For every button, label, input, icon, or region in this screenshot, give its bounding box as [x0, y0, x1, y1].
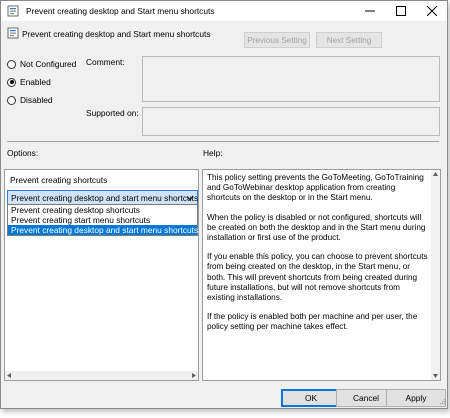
shortcut-dropdown[interactable]: Prevent creating desktop and start menu … [7, 190, 198, 205]
supported-on-label: Supported on: [86, 108, 139, 118]
comment-textbox[interactable] [142, 56, 440, 102]
help-paragraph: If you enable this policy, you can choos… [207, 252, 428, 303]
ok-button[interactable]: OK [281, 389, 341, 407]
dropdown-option[interactable]: Prevent creating desktop and start menu … [8, 225, 198, 235]
comment-label: Comment: [86, 57, 125, 67]
radio-not-configured-indicator[interactable] [7, 59, 16, 69]
close-icon [427, 6, 437, 16]
radio-disabled-indicator[interactable] [7, 95, 16, 105]
comment-scrollbar[interactable] [431, 57, 439, 101]
chevron-down-icon [186, 194, 194, 204]
maximize-icon [396, 6, 406, 16]
help-scrollbar[interactable] [431, 170, 440, 380]
radio-enabled-indicator[interactable] [7, 77, 16, 87]
radio-not-configured[interactable]: Not Configured [7, 59, 76, 69]
setting-icon [7, 27, 19, 39]
options-horizontal-scrollbar[interactable] [5, 371, 198, 380]
supported-on-box [142, 107, 440, 136]
scroll-left-icon [7, 373, 11, 378]
resize-grip-icon[interactable] [438, 397, 446, 407]
help-label: Help: [203, 148, 223, 158]
close-button[interactable] [417, 1, 447, 21]
radio-enabled[interactable]: Enabled [7, 77, 51, 87]
radio-enabled-label: Enabled [20, 77, 51, 87]
dropdown-selected-value: Prevent creating desktop and start menu … [11, 192, 199, 203]
options-label: Options: [7, 148, 39, 158]
scroll-up-icon [433, 172, 438, 176]
apply-button[interactable]: Apply [386, 389, 446, 407]
radio-not-configured-label: Not Configured [20, 59, 77, 69]
help-panel: This policy setting prevents the GoToMee… [202, 169, 441, 381]
setting-title: Prevent creating desktop and Start menu … [22, 29, 211, 39]
maximize-button[interactable] [386, 1, 416, 21]
previous-setting-button[interactable]: Previous Setting [244, 32, 310, 48]
dropdown-list: Prevent creating desktop shortcuts Preve… [7, 204, 198, 236]
scroll-right-icon [192, 373, 196, 378]
options-heading: Prevent creating shortcuts [10, 175, 108, 185]
help-text: This policy setting prevents the GoToMee… [207, 173, 429, 342]
policy-icon [7, 5, 19, 17]
minimize-button[interactable] [355, 1, 385, 21]
supported-scrollbar[interactable] [431, 108, 439, 135]
minimize-icon [365, 10, 375, 12]
dropdown-option[interactable]: Prevent creating desktop shortcuts [8, 205, 197, 215]
radio-disabled-label: Disabled [20, 95, 53, 105]
window-title: Prevent creating desktop and Start menu … [26, 6, 215, 16]
help-paragraph: If the policy is enabled both per machin… [207, 312, 418, 332]
dropdown-option[interactable]: Prevent creating start menu shortcuts [8, 215, 197, 225]
policy-dialog: Prevent creating desktop and Start menu … [0, 0, 448, 409]
options-panel: Prevent creating shortcuts Prevent creat… [4, 169, 199, 381]
section-divider [7, 141, 439, 142]
title-bar[interactable]: Prevent creating desktop and Start menu … [1, 1, 447, 21]
next-setting-button[interactable]: Next Setting [316, 32, 382, 48]
scroll-down-icon [433, 374, 438, 378]
help-paragraph: This policy setting prevents the GoToMee… [207, 173, 424, 203]
radio-disabled[interactable]: Disabled [7, 95, 53, 105]
help-paragraph: When the policy is disabled or not confi… [207, 212, 426, 243]
